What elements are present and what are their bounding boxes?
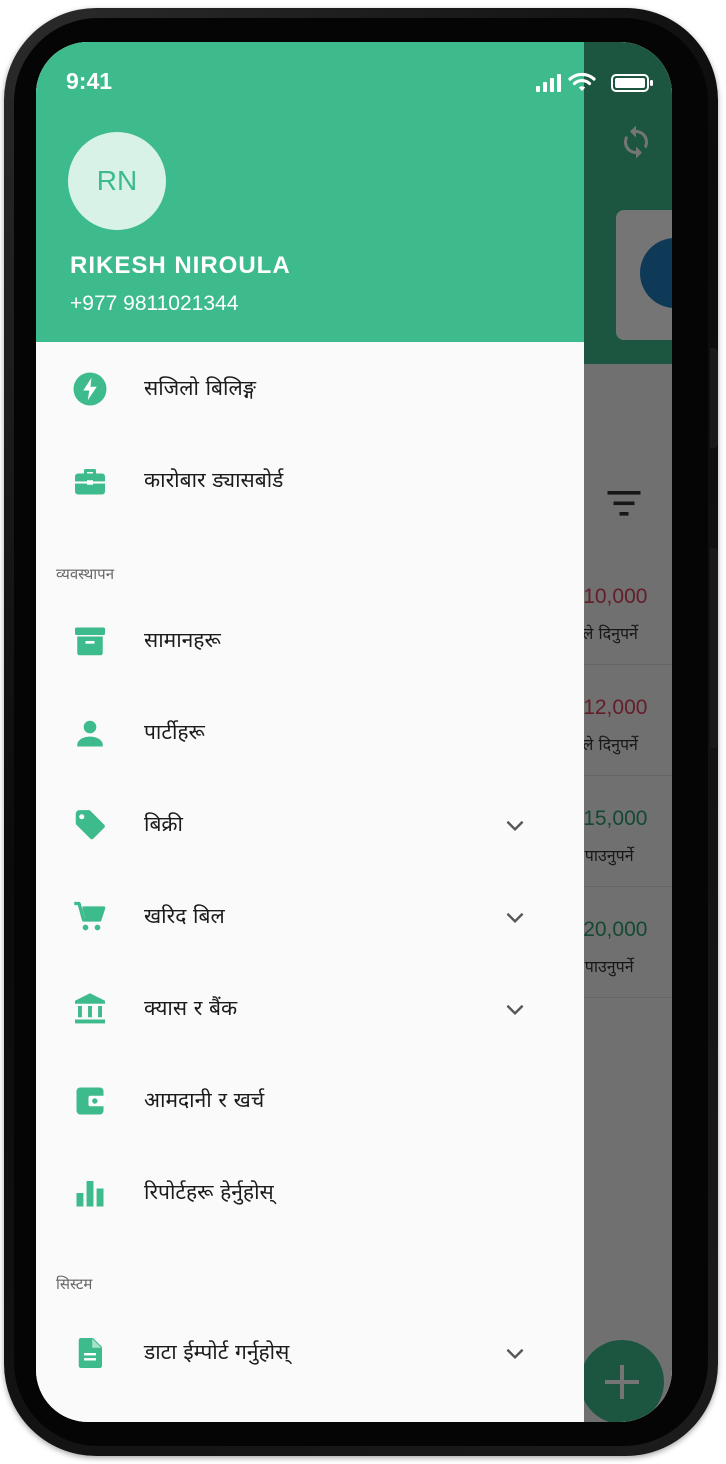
- briefcase-icon: [75, 469, 105, 495]
- drawer-item-label: रिपोर्टहरू हेर्नुहोस्: [144, 1180, 274, 1204]
- document-icon: [78, 1338, 102, 1368]
- drawer-item-label: बिक्री: [144, 812, 183, 836]
- wallet-icon: [76, 1087, 105, 1115]
- drawer-item-view-reports[interactable]: रिपोर्टहरू हेर्नुहोस्: [36, 1158, 584, 1228]
- drawer-item-label: डाटा ईम्पोर्ट गर्नुहोस्: [144, 1340, 290, 1364]
- drawer-item-import-data[interactable]: डाटा ईम्पोर्ट गर्नुहोस्: [36, 1318, 584, 1388]
- bar-chart-icon: [76, 1181, 104, 1207]
- drawer-item-income-expense[interactable]: आमदानी र खर्च: [36, 1066, 584, 1136]
- drawer-item-label: पार्टीहरू: [144, 720, 205, 744]
- drawer-item-easy-billing[interactable]: सजिलो बिलिङ्ग: [36, 354, 584, 424]
- bank-icon: [75, 993, 105, 1024]
- wifi-icon: [568, 72, 596, 91]
- user-name: RIKESH NIROULA: [70, 252, 291, 279]
- drawer-item-parties[interactable]: पार्टीहरू: [36, 698, 584, 768]
- drawer-header: RN RIKESH NIROULA +977 9811021344: [36, 42, 584, 342]
- drawer-item-sales[interactable]: बिक्री: [36, 790, 584, 860]
- drawer-item-label: खरिद बिल: [144, 904, 225, 928]
- drawer-item-label: क्यास र बैंक: [144, 996, 238, 1020]
- status-time: 9:41: [66, 68, 113, 94]
- drawer-item-label: आमदानी र खर्च: [144, 1088, 265, 1112]
- drawer-item-purchase-bill[interactable]: खरिद बिल: [36, 882, 584, 952]
- power-button: [710, 548, 718, 748]
- user-phone: +977 9811021344: [70, 292, 239, 315]
- section-system-title: सिस्टम: [56, 1275, 93, 1293]
- avatar[interactable]: RN: [68, 132, 166, 230]
- chevron-down-icon[interactable]: [502, 996, 528, 1022]
- person-icon: [77, 720, 103, 747]
- archive-box-icon: [75, 627, 105, 656]
- chevron-down-icon[interactable]: [502, 812, 528, 838]
- tag-icon: [75, 810, 105, 840]
- cart-icon: [74, 901, 106, 931]
- volume-button: [710, 348, 718, 448]
- drawer-item-label: सजिलो बिलिङ्ग: [144, 376, 256, 400]
- chevron-down-icon[interactable]: [502, 904, 528, 930]
- phone-screen: ₹ 10,000ाईंले दिनुपर्ने₹ 12,000ाईंले दिन…: [36, 42, 672, 1422]
- status-icons: [536, 72, 653, 92]
- section-management-title: व्यवस्थापन: [56, 565, 115, 583]
- flash-icon: [73, 372, 107, 406]
- battery-icon: [611, 74, 653, 92]
- drawer-item-items[interactable]: सामानहरू: [36, 606, 584, 676]
- chevron-down-icon[interactable]: [502, 1340, 528, 1366]
- drawer-item-label: कारोबार ड्यासबोर्ड: [144, 468, 284, 492]
- signal-icon: [536, 74, 561, 92]
- drawer-item-business-dashboard[interactable]: कारोबार ड्यासबोर्ड: [36, 446, 584, 516]
- drawer-item-label: सामानहरू: [144, 628, 221, 652]
- navigation-drawer: RN RIKESH NIROULA +977 9811021344 सजिलो …: [36, 42, 584, 1422]
- drawer-item-cash-and-bank[interactable]: क्यास र बैंक: [36, 974, 584, 1044]
